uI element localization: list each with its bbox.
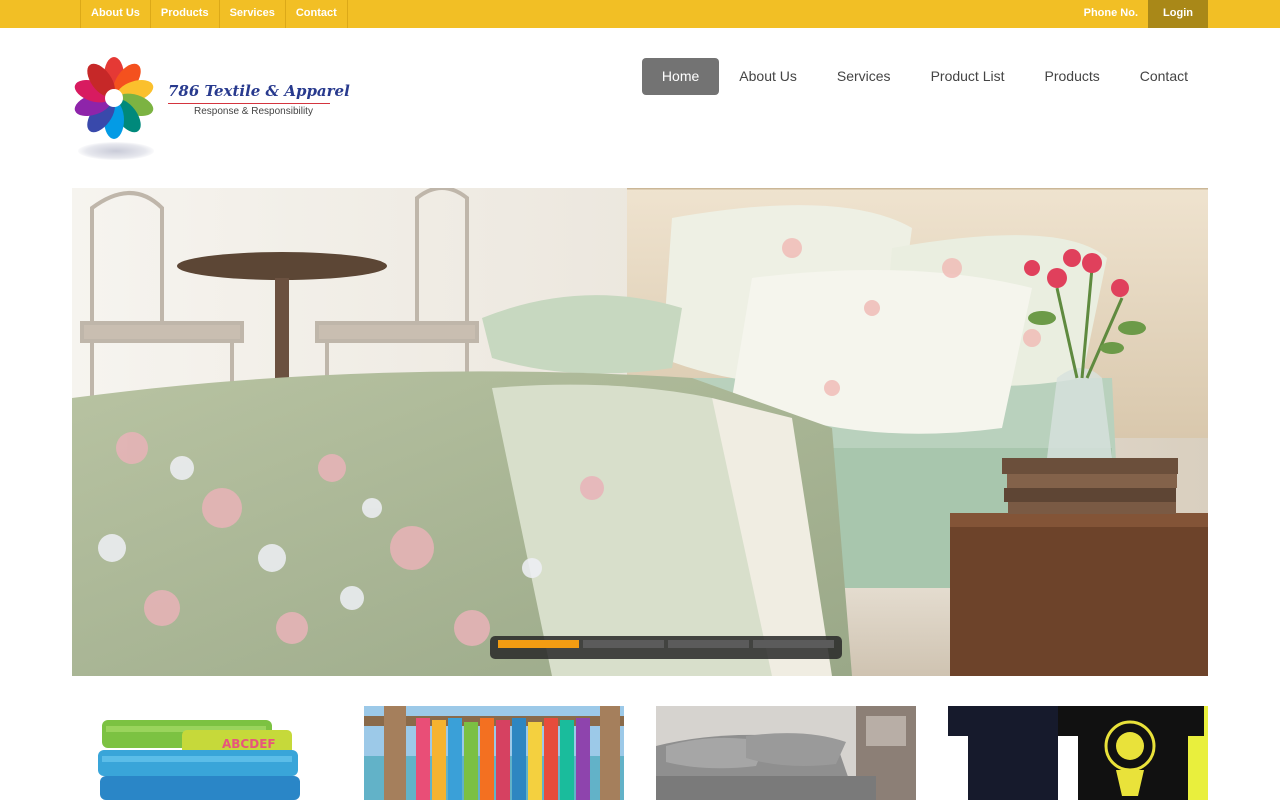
logo-rule	[168, 103, 330, 104]
towels-image: ABCDEF	[72, 706, 332, 800]
logo-shadow	[78, 142, 154, 160]
bedroom-slide-image	[72, 188, 1208, 676]
top-right: Phone No. Login	[1074, 0, 1208, 28]
slider-dot-2[interactable]	[583, 640, 664, 648]
top-link-products[interactable]: Products	[151, 0, 220, 28]
logo-tagline: Response & Responsibility	[194, 106, 313, 117]
grey-bedding-image	[656, 706, 916, 800]
nav-product-list[interactable]: Product List	[911, 58, 1025, 95]
site-logo[interactable]: 786 Textile & Apparel Response & Respons…	[72, 54, 350, 166]
top-link-contact[interactable]: Contact	[286, 0, 348, 28]
pinwheel-logo-icon	[74, 57, 154, 139]
product-thumb-towels[interactable]: ABCDEF	[72, 706, 332, 800]
nav-home[interactable]: Home	[641, 58, 720, 95]
beach-towels-image	[364, 706, 624, 800]
nav-about-us[interactable]: About Us	[719, 58, 817, 95]
hero-slider[interactable]	[72, 188, 1208, 676]
top-link-services[interactable]: Services	[220, 0, 286, 28]
top-bar: About Us Products Services Contact Phone…	[0, 0, 1280, 28]
nav-contact[interactable]: Contact	[1120, 58, 1208, 95]
top-nav: About Us Products Services Contact	[80, 0, 348, 28]
nav-products[interactable]: Products	[1025, 58, 1120, 95]
tshirts-image	[948, 706, 1208, 800]
svg-text:ABCDEF: ABCDEF	[222, 737, 276, 751]
main-nav: Home About Us Services Product List Prod…	[641, 58, 1208, 95]
slider-pager	[490, 636, 842, 659]
slider-dot-4[interactable]	[753, 640, 834, 648]
login-button[interactable]: Login	[1148, 0, 1208, 28]
product-thumb-beach-towels[interactable]	[364, 706, 624, 800]
phone-label: Phone No.	[1083, 7, 1138, 19]
product-thumb-tshirts[interactable]	[948, 706, 1208, 800]
nav-services[interactable]: Services	[817, 58, 911, 95]
logo-name: 786 Textile & Apparel	[168, 82, 350, 100]
slider-dot-3[interactable]	[668, 640, 749, 648]
slider-dot-1[interactable]	[498, 640, 579, 648]
product-thumbnails: ABCDEF	[72, 706, 1208, 800]
product-thumb-bedding[interactable]	[656, 706, 916, 800]
top-link-about-us[interactable]: About Us	[81, 0, 151, 28]
